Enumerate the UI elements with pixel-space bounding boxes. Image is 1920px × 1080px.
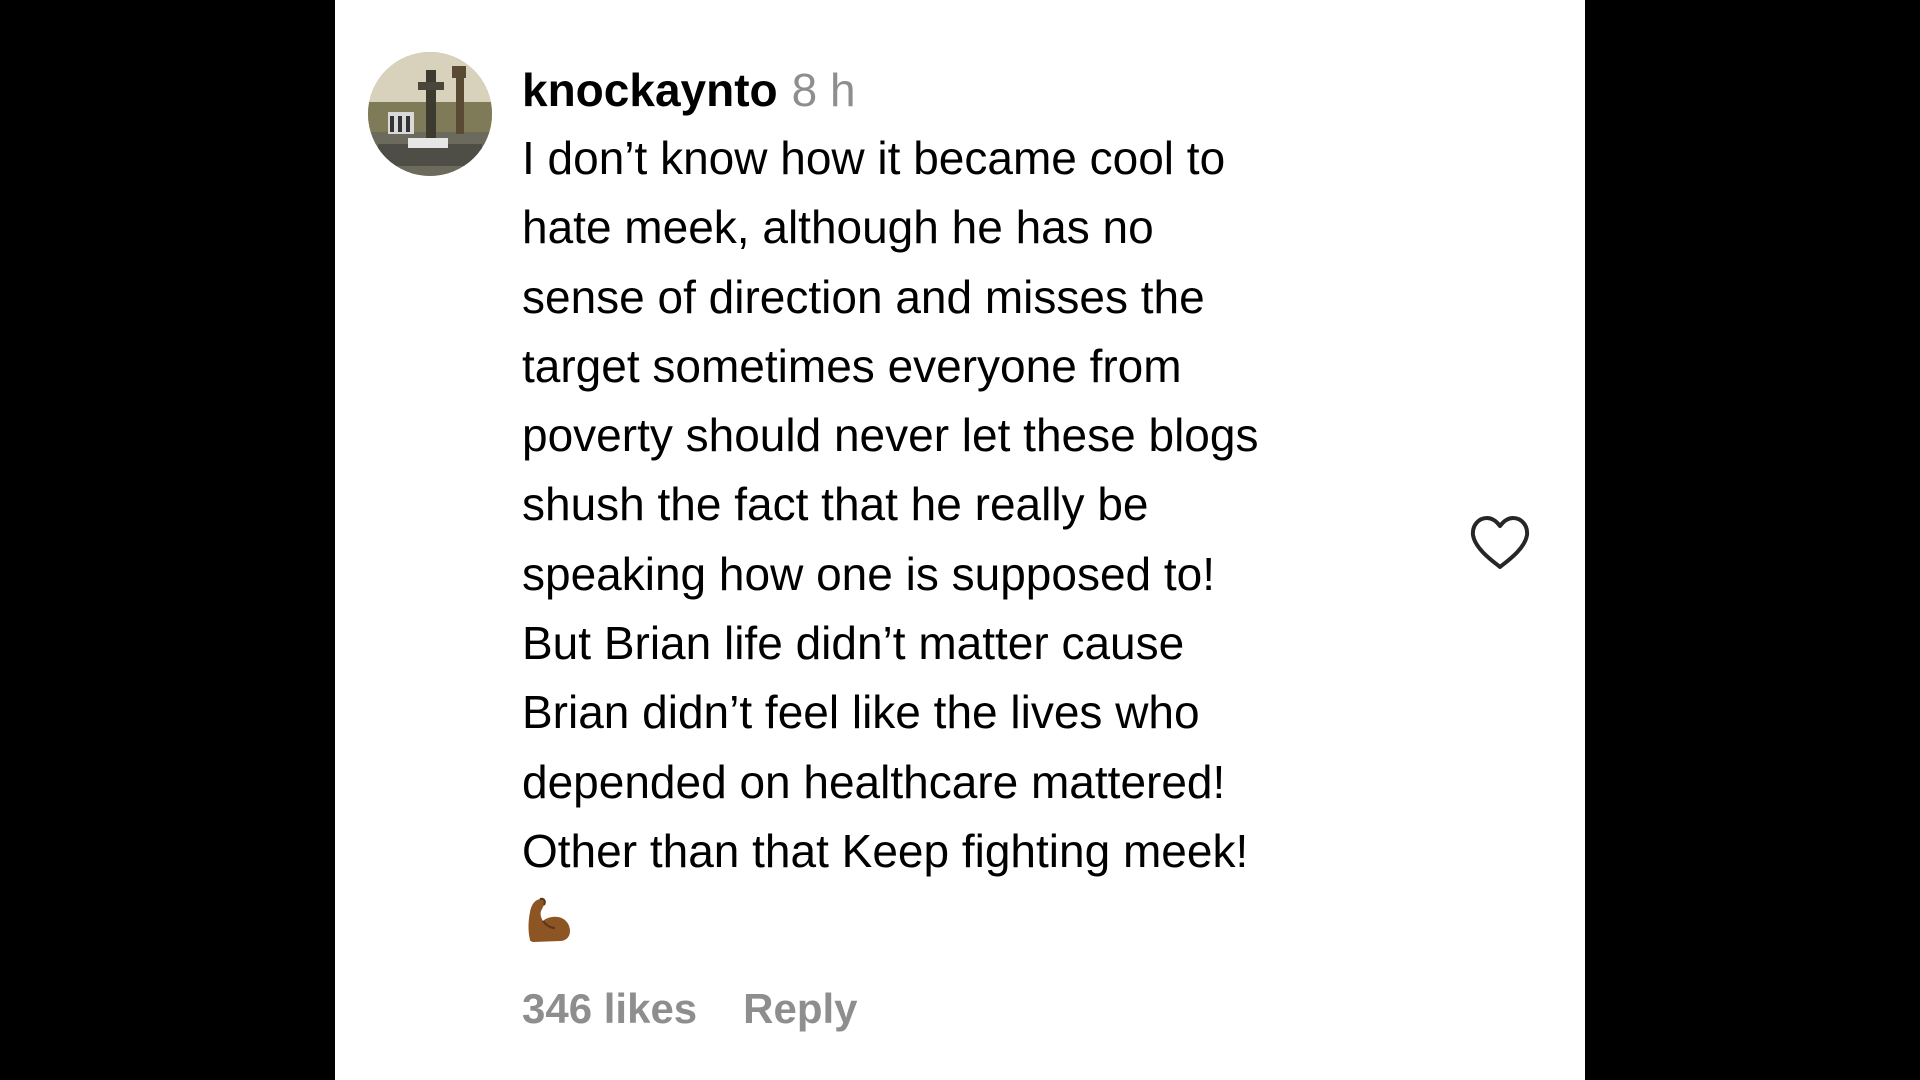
like-button[interactable] [1469,514,1531,572]
comment-text-line: poverty should never let these blogs [522,409,1259,462]
comment-text-line: But Brian life didn’t matter cause [522,617,1185,670]
comment-text-line: hate meek, although he has no [522,201,1154,254]
reply-button[interactable]: Reply [743,985,857,1032]
avatar[interactable] [368,52,492,176]
comment-text-line: I don’t know how it became cool to [522,132,1226,184]
comment-text-line: speaking how one is supposed to! [522,547,1216,600]
likes-count[interactable]: 346 likes [522,985,697,1032]
flexed-biceps-emoji [522,886,1462,964]
comment-text-line: Other than that Keep fighting meek! [522,824,1249,877]
comment-time: 8 h [791,64,856,116]
comment-panel: knockaynto 8 h I don’t know how it became… [335,0,1585,1080]
comment-content: knockaynto 8 h I don’t know how it became… [522,52,1462,964]
heart-outline-icon [1470,516,1530,569]
avatar-image [368,52,492,176]
comment-text-line: shush the fact that he really be [522,478,1149,531]
comment-header: knockaynto 8 h [522,52,1462,128]
comment-text-line: depended on healthcare mattered! [522,755,1226,808]
comment-text-line: target sometimes everyone from [522,339,1182,392]
comment-text-line: Brian didn’t feel like the lives who [522,686,1200,739]
comment-text: I don’t know how it became cool to hate … [522,124,1462,964]
flexed-biceps-icon [528,898,570,943]
username-link[interactable]: knockaynto [522,64,778,116]
comment-text-line: sense of direction and misses the [522,270,1205,323]
comment-actions: 346 likes Reply [522,985,858,1033]
